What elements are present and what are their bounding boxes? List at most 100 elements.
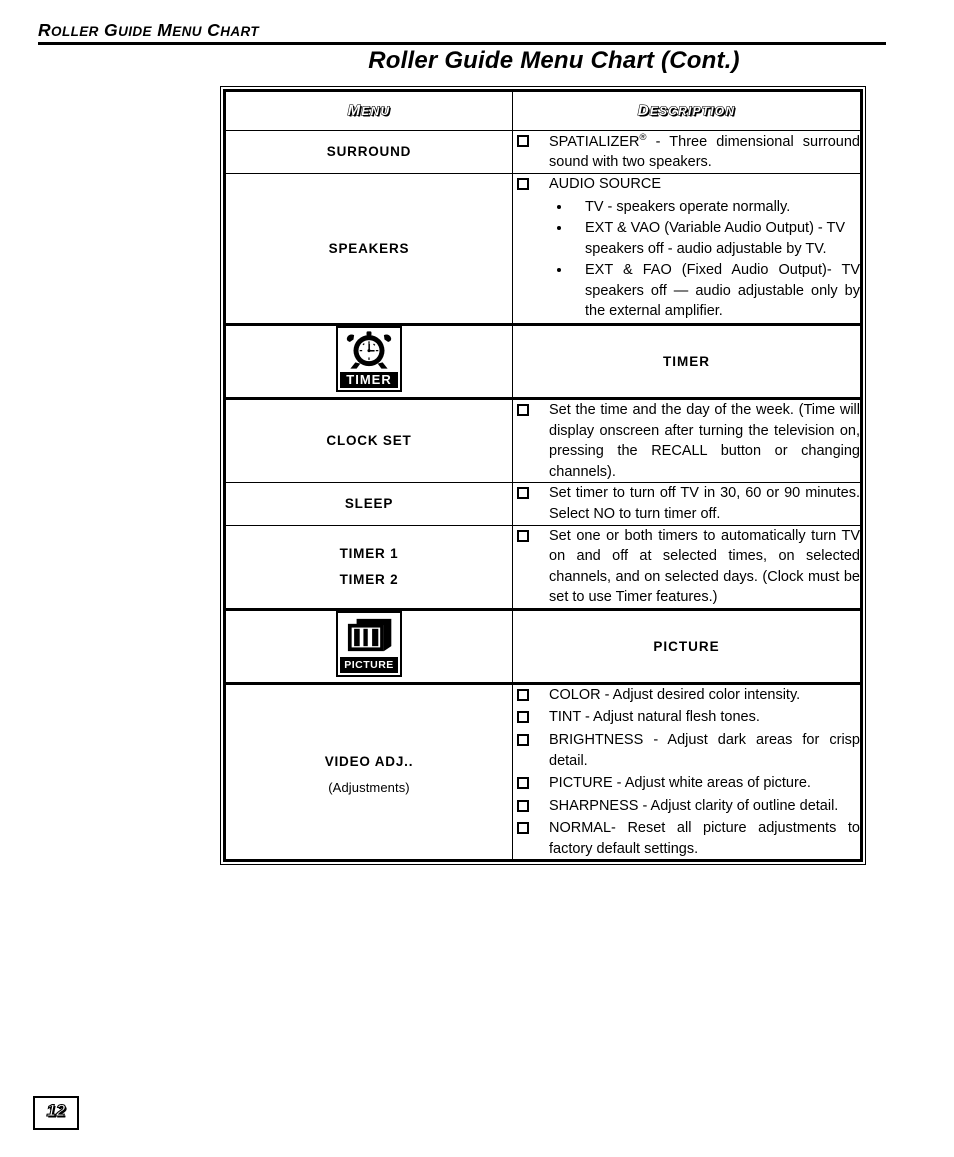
item-text: Set the time and the day of the week. (T… [549,402,860,480]
table-row: SPEAKERS AUDIO SOURCE TV - speakers operat… [224,172,862,326]
square-bullet-icon [517,777,529,790]
description-list: Set timer to turn off TV in 30, 60 or 90… [513,483,860,524]
table-head: MENU DESCRIPTION [224,90,862,131]
section-title-label: PICTURE [653,638,720,654]
description-cell-section-title: PICTURE [512,607,862,685]
table-row: SLEEP Set timer to turn off TV in 30, 60 … [224,482,862,526]
column-header-description-label: DESCRIPTION [637,101,736,119]
list-item: COLOR - Adjust desired color intensity. [513,685,860,706]
table-row-section-banner: PICTURE PICTURE [224,607,862,685]
menu-item-name: SPEAKERS [328,240,410,256]
description-cell: COLOR - Adjust desired color intensity. T… [512,682,862,863]
column-header-menu: MENU [224,90,513,131]
square-bullet-icon [517,135,529,147]
description-cell: Set timer to turn off TV in 30, 60 or 90… [512,482,862,526]
menu-item-name: VIDEO ADJ.. [324,753,414,769]
section-title-label: TIMER [663,354,710,370]
list-item: SHARPNESS - Adjust clarity of outline de… [513,796,860,817]
table-body: SURROUND SPATIALIZER® - Three dimensional… [224,130,862,863]
sub-list-item: EXT & VAO (Variable Audio Output) - TV s… [549,218,860,259]
bullet-dot-icon [557,226,561,231]
item-text: TINT - Adjust natural flesh tones. [549,709,760,726]
item-text: AUDIO SOURCE [549,175,661,192]
icon-caption: TIMER [340,372,398,389]
page-number: 12 [46,1100,66,1120]
list-item: BRIGHTNESS - Adjust dark areas for crisp… [513,730,860,771]
menu-cell: VIDEO ADJ.. (Adjustments) [224,682,513,863]
item-text: SHARPNESS - Adjust clarity of outline de… [549,797,839,814]
list-item: TINT - Adjust natural flesh tones. [513,707,860,728]
icon-caption: PICTURE [340,656,398,673]
list-item: Set the time and the day of the week. (T… [513,400,860,482]
square-bullet-icon [517,822,529,835]
item-text: NORMAL- Reset all picture adjustments to… [549,820,860,857]
icon-artwork [338,329,400,371]
menu-cell-icon: PICTURE [224,607,513,685]
table-header-row: MENU DESCRIPTION [224,90,862,131]
menu-item-name: SLEEP [344,496,394,512]
list-item: PICTURE - Adjust white areas of picture. [513,773,860,794]
menu-cell: SURROUND [224,130,513,174]
menu-item-name: TIMER 1 [339,546,399,562]
menu-cell: SLEEP [224,482,513,526]
square-bullet-icon [517,799,529,812]
item-text: COLOR - Adjust desired color intensity. [549,686,801,703]
sub-list-item: TV - speakers operate normally. [549,197,860,218]
menu-item-name: CLOCK SET [326,433,412,449]
list-item: NORMAL- Reset all picture adjustments to… [513,818,860,859]
list-item: AUDIO SOURCE TV - speakers operate normal… [513,174,860,322]
list-item: Set timer to turn off TV in 30, 60 or 90… [513,483,860,524]
menu-item-name: SURROUND [326,144,412,160]
chart-outer-frame: MENU DESCRIPTION SURROUND SPATIALIZER® - … [220,86,866,866]
table-row-section-banner: TIMER TIMER [224,323,862,401]
description-list: AUDIO SOURCE TV - speakers operate normal… [513,174,860,322]
item-text: Set one or both timers to automatically … [549,527,860,606]
description-list: COLOR - Adjust desired color intensity. T… [513,685,860,860]
bullet-dot-icon [557,268,561,273]
item-text: BRIGHTNESS - Adjust dark areas for crisp… [549,731,860,769]
description-cell: Set one or both timers to automatically … [512,524,862,610]
menu-cell: TIMER 1 TIMER 2 [224,524,513,610]
table-row: CLOCK SET Set the time and the day of the… [224,398,862,484]
description-cell-section-title: TIMER [512,323,862,401]
icon-artwork [338,614,400,656]
description-list: Set one or both timers to automatically … [513,526,860,608]
square-bullet-icon [517,487,529,500]
table-row: TIMER 1 TIMER 2 Set one or both timers to … [224,524,862,610]
page-title: Roller Guide Menu Chart (Cont.) [368,47,740,74]
sub-item-text: TV - speakers operate normally. [585,198,791,215]
roller-guide-menu-chart: MENU DESCRIPTION SURROUND SPATIALIZER® - … [220,86,866,866]
bullet-dot-icon [557,204,561,209]
table-row: SURROUND SPATIALIZER® - Three dimensional… [224,130,862,174]
square-bullet-icon [517,404,529,417]
sub-list-item: EXT & FAO (Fixed Audio Output)- TV speak… [549,260,860,322]
menu-cell: CLOCK SET [224,398,513,484]
menu-item-subtitle: (Adjustments) [328,780,410,796]
item-text: Set timer to turn off TV in 30, 60 or 90… [549,485,860,522]
description-cell: AUDIO SOURCE TV - speakers operate normal… [512,172,862,326]
header-rule [38,42,886,45]
description-list: Set the time and the day of the week. (T… [513,400,860,482]
column-header-menu-label: MENU [347,101,391,119]
item-text: SPATIALIZER® - Three dimensional surroun… [549,132,860,171]
sub-item-text: EXT & VAO (Variable Audio Output) - TV s… [585,220,846,257]
list-item: Set one or both timers to automatically … [513,526,860,608]
registered-trademark-icon: ® [639,132,647,143]
table-row: VIDEO ADJ.. (Adjustments) COLOR - Adjust d… [224,682,862,863]
page-number-box: 12 [33,1096,79,1130]
column-header-description: DESCRIPTION [512,90,862,131]
description-list: SPATIALIZER® - Three dimensional surroun… [513,131,860,173]
description-cell: SPATIALIZER® - Three dimensional surroun… [512,130,862,174]
menu-cell-icon: TIMER [224,323,513,401]
square-bullet-icon [517,711,529,724]
picture-icon: PICTURE [336,610,402,677]
square-bullet-icon [517,688,529,701]
list-item: SPATIALIZER® - Three dimensional surroun… [513,131,860,173]
running-header-text: ROLLER GUIDE MENU CHART [38,20,260,40]
square-bullet-icon [517,733,529,746]
menu-chart-table: MENU DESCRIPTION SURROUND SPATIALIZER® - … [223,89,863,863]
timer-icon: TIMER [336,326,402,393]
square-bullet-icon [517,177,529,190]
menu-cell: SPEAKERS [224,172,513,326]
square-bullet-icon [517,529,529,542]
